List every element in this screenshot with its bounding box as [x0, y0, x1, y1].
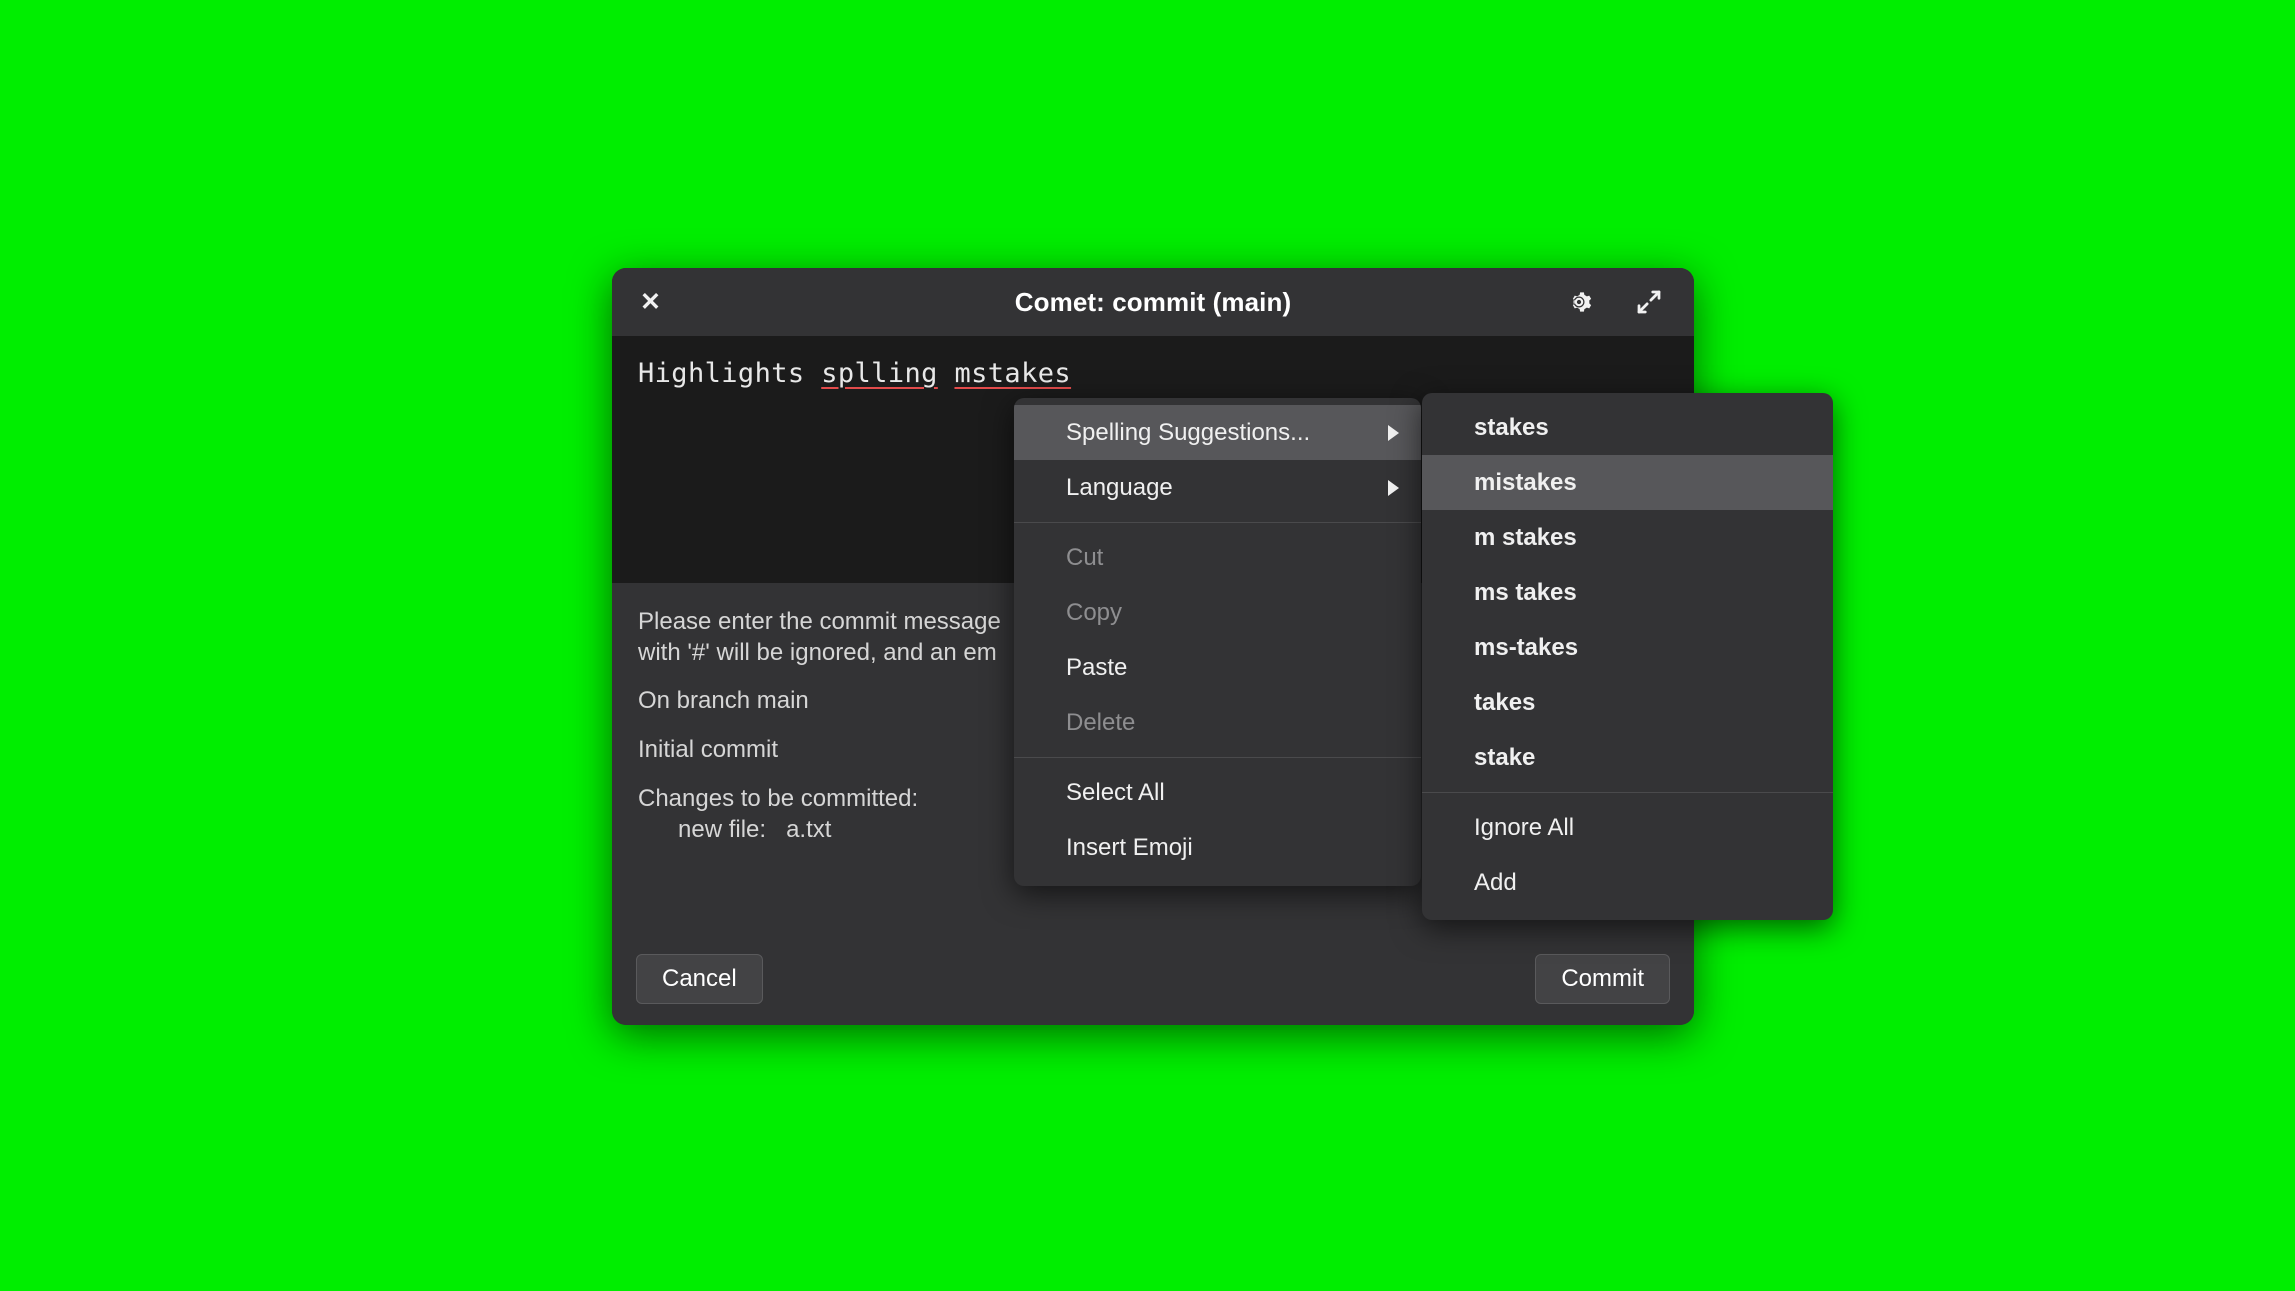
suggestion-m-stakes[interactable]: m stakes [1422, 510, 1833, 565]
commit-button[interactable]: Commit [1535, 953, 1670, 1005]
menu-item-label: ms-takes [1474, 633, 1579, 661]
menu-item-select-all[interactable]: Select All [1014, 765, 1421, 820]
context-menu: Spelling Suggestions... Language Cut Copy Pa… [1014, 398, 1421, 886]
cancel-button[interactable]: Cancel [636, 953, 763, 1005]
menu-separator [1014, 757, 1421, 758]
spelling-suggestions-submenu: stakes mistakes m stakes ms takes ms-takes ta… [1422, 393, 1833, 920]
suggestion-stakes[interactable]: stakes [1422, 400, 1833, 455]
menu-item-label: Add [1474, 868, 1517, 896]
submenu-arrow-icon [1388, 479, 1399, 496]
menu-item-label: ms takes [1474, 578, 1577, 606]
close-icon[interactable]: ✕ [640, 289, 674, 315]
page-title: Comet: commit (main) [1014, 286, 1292, 317]
menu-item-label: Delete [1066, 708, 1136, 736]
dialog-footer: Cancel Commit [612, 933, 1694, 1025]
menu-item-delete: Delete [1014, 695, 1421, 750]
suggestion-stake[interactable]: stake [1422, 730, 1833, 785]
menu-item-label: m stakes [1474, 523, 1577, 551]
suggestion-ms-takes[interactable]: ms-takes [1422, 620, 1833, 675]
expand-diagonal-arrows-icon[interactable] [1632, 285, 1666, 319]
dialog-titlebar: ✕ Comet: commit (main) [612, 268, 1694, 336]
menu-item-label: stake [1474, 743, 1536, 771]
menu-item-ignore-all[interactable]: Ignore All [1422, 800, 1833, 855]
editor-text-before: Highlights [638, 358, 822, 389]
menu-item-label: Spelling Suggestions... [1066, 418, 1311, 446]
menu-item-label: Ignore All [1474, 813, 1575, 841]
submenu-arrow-icon [1388, 424, 1399, 441]
misspelled-word-splling[interactable]: splling [821, 358, 938, 389]
suggestion-takes[interactable]: takes [1422, 675, 1833, 730]
menu-item-label: Copy [1066, 598, 1123, 626]
menu-item-insert-emoji[interactable]: Insert Emoji [1014, 820, 1421, 875]
menu-item-add[interactable]: Add [1422, 855, 1833, 910]
gear-icon[interactable] [1562, 285, 1596, 319]
editor-line: Highlights splling mstakes [638, 358, 1668, 391]
menu-item-label: Paste [1066, 653, 1128, 681]
editor-text-middle [938, 358, 955, 389]
menu-item-label: Insert Emoji [1066, 833, 1193, 861]
suggestion-mistakes[interactable]: mistakes [1422, 455, 1833, 510]
menu-item-spelling-suggestions[interactable]: Spelling Suggestions... [1014, 405, 1421, 460]
menu-item-language[interactable]: Language [1014, 460, 1421, 515]
menu-item-label: Select All [1066, 778, 1165, 806]
menu-separator [1014, 522, 1421, 523]
menu-item-label: stakes [1474, 413, 1549, 441]
menu-item-label: mistakes [1474, 468, 1577, 496]
menu-item-cut: Cut [1014, 530, 1421, 585]
menu-item-label: Cut [1066, 543, 1104, 571]
misspelled-word-mstakes[interactable]: mstakes [954, 358, 1071, 389]
menu-item-copy: Copy [1014, 585, 1421, 640]
menu-item-label: takes [1474, 688, 1536, 716]
menu-item-label: Language [1066, 473, 1173, 501]
titlebar-actions [1562, 285, 1666, 319]
menu-item-paste[interactable]: Paste [1014, 640, 1421, 695]
menu-separator [1422, 792, 1833, 793]
suggestion-ms-takes[interactable]: ms takes [1422, 565, 1833, 620]
